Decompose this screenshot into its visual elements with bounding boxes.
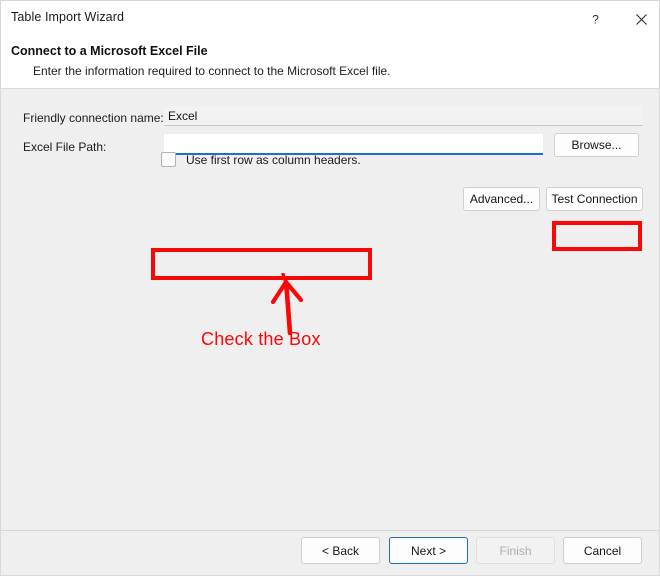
annotation-highlight-browse — [552, 221, 642, 251]
annotation-label: Check the Box — [201, 329, 321, 349]
annotation-arrow-up-icon — [270, 273, 304, 335]
advanced-button[interactable]: Advanced... — [463, 187, 540, 211]
page-subtitle: Enter the information required to connec… — [33, 64, 391, 78]
wizard-body: Friendly connection name: Excel File Pat… — [1, 90, 659, 530]
test-connection-button[interactable]: Test Connection — [546, 187, 643, 211]
annotation-highlight-checkbox — [151, 248, 372, 280]
use-first-row-checkbox-label: Use first row as column headers. — [186, 152, 361, 167]
cancel-button[interactable]: Cancel — [563, 537, 642, 564]
svg-text:?: ? — [592, 13, 599, 26]
page-title: Connect to a Microsoft Excel File — [11, 44, 208, 58]
friendly-connection-name-input[interactable] — [164, 106, 643, 126]
friendly-connection-name-label: Friendly connection name: — [23, 111, 164, 125]
close-x-glyph — [636, 13, 647, 25]
use-first-row-checkbox-row[interactable]: Use first row as column headers. — [161, 152, 361, 167]
table-import-wizard-dialog: Table Import Wizard ? Connect to a Micro… — [0, 0, 660, 576]
wizard-header: Connect to a Microsoft Excel File Enter … — [1, 37, 659, 89]
back-button[interactable]: < Back — [301, 537, 380, 564]
question-mark-glyph: ? — [592, 13, 599, 26]
close-icon[interactable] — [619, 1, 659, 37]
title-bar: Table Import Wizard ? — [1, 1, 659, 37]
excel-file-path-label: Excel File Path: — [23, 140, 107, 154]
next-button[interactable]: Next > — [389, 537, 468, 564]
browse-button[interactable]: Browse... — [554, 133, 639, 157]
use-first-row-checkbox[interactable] — [161, 152, 176, 167]
help-icon[interactable]: ? — [573, 1, 618, 37]
wizard-footer: < Back Next > Finish Cancel — [1, 531, 659, 575]
window-title: Table Import Wizard — [11, 10, 125, 24]
finish-button: Finish — [476, 537, 555, 564]
